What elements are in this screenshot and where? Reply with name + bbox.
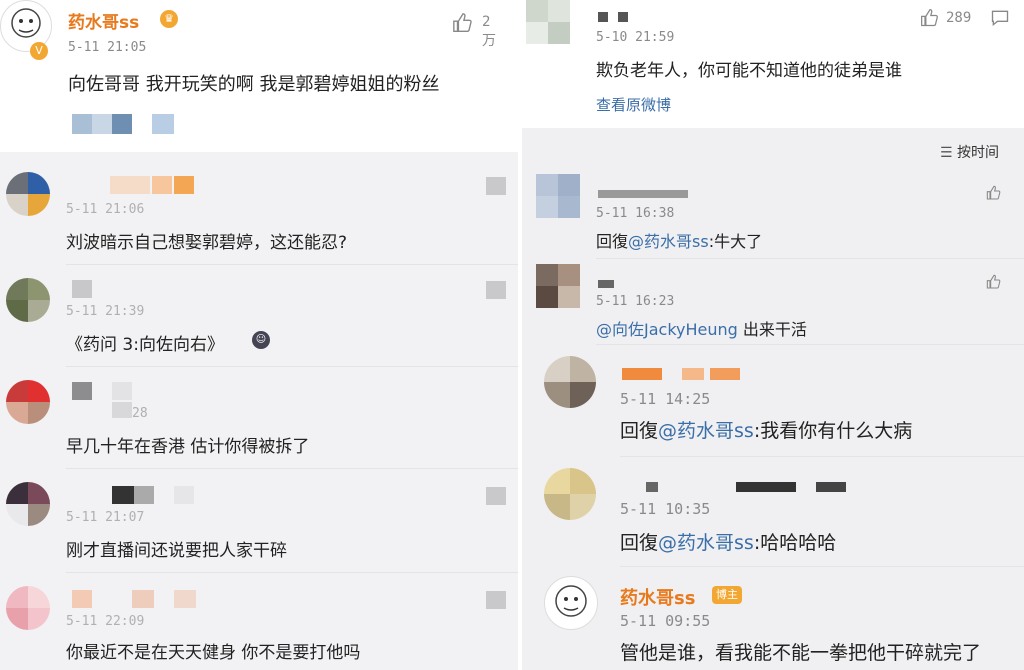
comment-text: 回復@药水哥ss:我看你有什么大病	[620, 420, 913, 442]
avatar[interactable]	[6, 380, 50, 424]
comment-time: 5-11 21:05	[68, 40, 147, 55]
comment-time: 5-11 16:38	[596, 206, 675, 221]
blurred-username	[72, 280, 92, 298]
comment-text: 刘波暗示自己想娶郭碧婷，这还能忍?	[66, 233, 348, 253]
sort-icon: ☰	[940, 145, 953, 161]
comment-time: 5-11 21:06	[66, 202, 145, 217]
avatar[interactable]	[544, 356, 596, 408]
comment-text: 你最近不是在天天健身 你不是要打他吗	[66, 643, 361, 663]
comment-text: @向佐JackyHeung 出来干活	[596, 320, 807, 339]
comment-button[interactable]	[990, 8, 1010, 32]
thumbs-up-icon	[921, 9, 938, 27]
like-button[interactable]	[486, 487, 506, 505]
thumbs-up-icon	[986, 274, 1001, 289]
avatar[interactable]	[536, 264, 580, 308]
comment-time: 5-11 21:39	[66, 304, 145, 319]
sort-toggle[interactable]: ☰ 按时间	[940, 142, 999, 162]
comment-time: 5-11 10:35	[620, 500, 711, 518]
avatar[interactable]	[6, 482, 50, 526]
avatar[interactable]	[6, 172, 50, 216]
avatar[interactable]	[526, 0, 570, 44]
comment-text: 欺负老年人，你可能不知道他的徒弟是谁	[596, 61, 902, 81]
comment-time: 5-11 09:55	[620, 612, 711, 630]
comment-time: 28	[132, 406, 148, 421]
thumbs-up-icon	[986, 185, 1001, 200]
author-badge: 博主	[712, 586, 742, 604]
mention-link[interactable]: @药水哥ss	[658, 420, 754, 442]
verified-icon: V	[30, 42, 48, 60]
sketch-face-icon	[555, 585, 587, 617]
thumbs-up-icon	[453, 13, 472, 32]
blurred-username	[72, 382, 92, 400]
comment-time: 5-11 22:09	[66, 614, 145, 629]
sort-label: 按时间	[957, 145, 1000, 161]
comment-text: 早几十年在香港 估计你得被拆了	[66, 437, 310, 457]
avatar[interactable]	[544, 576, 598, 630]
blurred-username	[598, 190, 688, 198]
blurred-username	[110, 176, 150, 194]
mention-link[interactable]: @药水哥ss	[658, 532, 754, 554]
like-button[interactable]	[986, 274, 1002, 294]
comment-time: 5-10 21:59	[596, 30, 675, 45]
like-button[interactable]: 289	[920, 8, 971, 32]
blurred-username	[598, 280, 614, 288]
like-button[interactable]	[486, 177, 506, 195]
like-button[interactable]	[486, 281, 506, 299]
view-original-link[interactable]: 查看原微博	[596, 94, 671, 115]
vip-crown-icon: ♛	[160, 10, 178, 28]
comment-text: 《药问 3:向佐向右》	[66, 335, 224, 355]
blurred-username	[598, 12, 608, 22]
comment-icon	[991, 10, 1009, 27]
blurred-username	[622, 368, 662, 380]
like-button[interactable]	[986, 185, 1002, 205]
comment-text: 刚才直播间还说要把人家干碎	[66, 541, 287, 561]
comment-text: 回復@药水哥ss:牛大了	[596, 232, 763, 251]
like-count: 2万	[482, 14, 496, 49]
like-count: 289	[946, 10, 972, 26]
right-comment-panel: 5-10 21:59 289 欺负老年人，你可能不知道他的徒弟是谁 查看原微博 …	[522, 0, 1024, 670]
left-comment-panel: V 药水哥ss ♛ 5-11 21:05 2万 向佐哥哥 我开玩笑的啊 我是郭碧…	[0, 0, 518, 670]
like-button[interactable]	[486, 591, 506, 609]
blurred-username	[646, 482, 658, 492]
avatar[interactable]	[6, 586, 50, 630]
comment-text: 回復@药水哥ss:哈哈哈哈	[620, 532, 837, 554]
avatar[interactable]	[544, 468, 596, 520]
mention-link[interactable]: @向佐JackyHeung	[596, 320, 738, 339]
avatar[interactable]	[536, 174, 580, 218]
blurred-username	[112, 486, 134, 504]
avatar[interactable]	[6, 278, 50, 322]
comment-text: 向佐哥哥 我开玩笑的啊 我是郭碧婷姐姐的粉丝	[68, 74, 440, 95]
comment-time: 5-11 16:23	[596, 294, 675, 309]
comment-text: 管他是谁，看我能不能一拳把他干碎就完了	[620, 642, 982, 664]
commenter-name[interactable]: 药水哥ss	[68, 8, 139, 33]
like-button[interactable]: 2万	[452, 12, 496, 49]
comment-time: 5-11 21:07	[66, 510, 145, 525]
commenter-name[interactable]: 药水哥ss	[620, 584, 695, 610]
mention-link[interactable]: @药水哥ss	[628, 232, 709, 251]
blurred-username	[72, 590, 92, 608]
comment-time: 5-11 14:25	[620, 390, 711, 408]
emoji-icon: ☺	[252, 331, 270, 349]
